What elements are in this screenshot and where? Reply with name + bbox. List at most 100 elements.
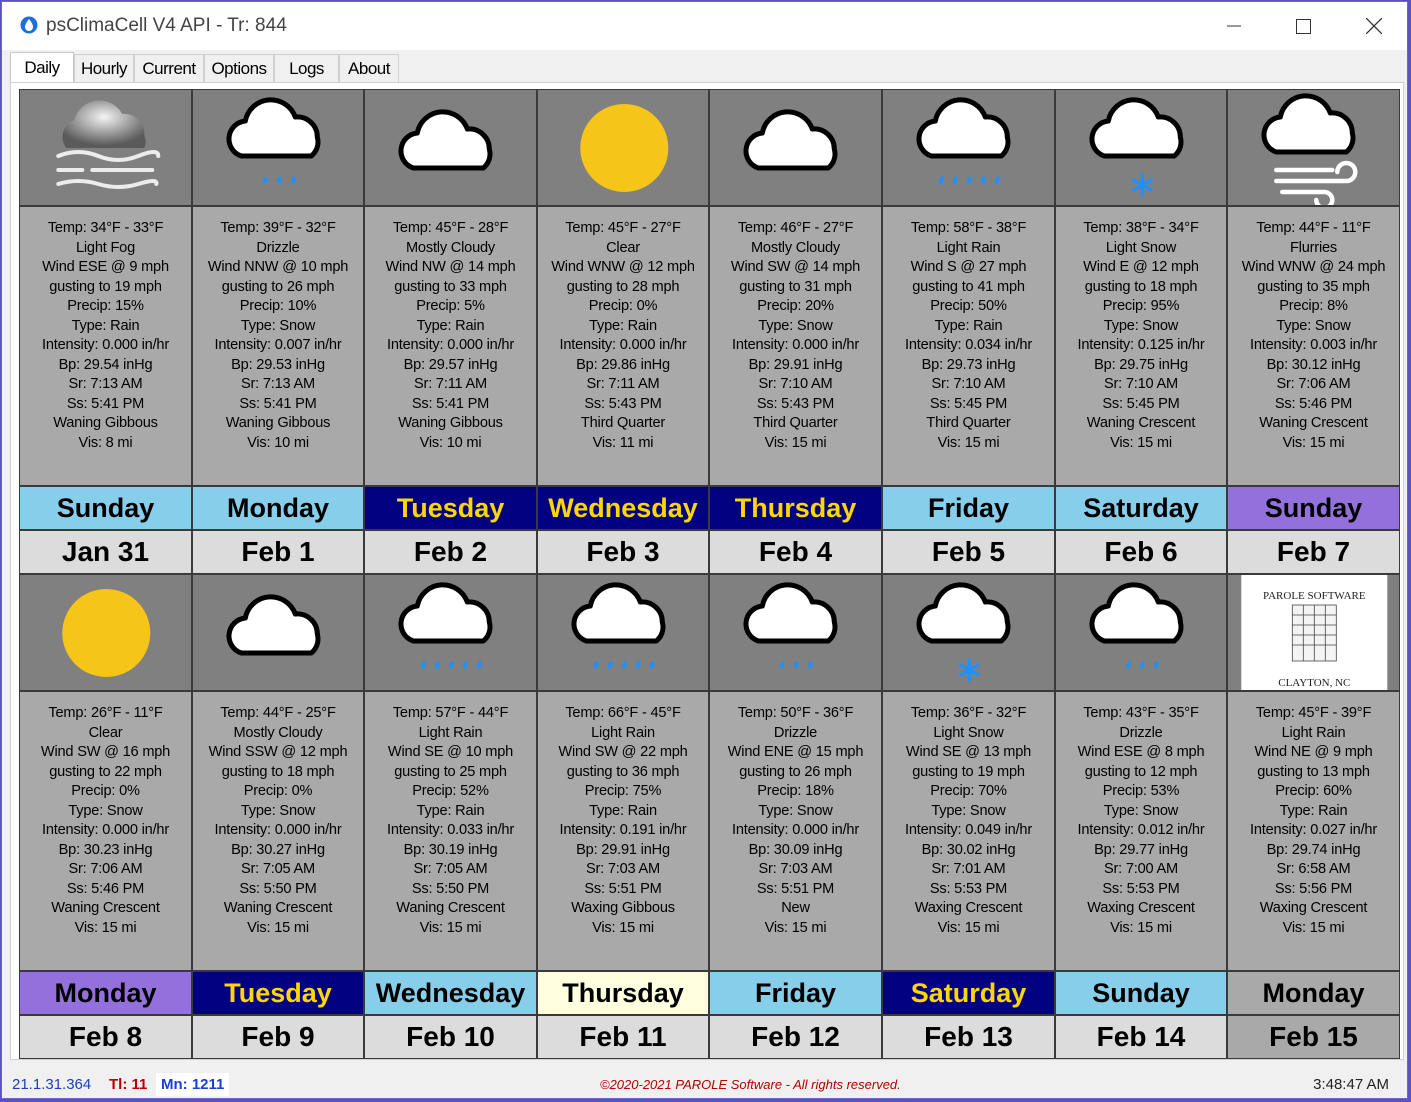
detail-line: Type: Rain	[416, 802, 485, 819]
weather-icon-panel	[882, 574, 1055, 691]
detail-line: Bp: 30.19 inHg	[403, 841, 498, 858]
date-label: Jan 31	[19, 530, 192, 574]
detail-line: Sr: 7:11 AM	[414, 376, 487, 392]
detail-line: Sr: 7:10 AM	[1103, 376, 1179, 392]
detail-line: Precip: 52%	[412, 783, 489, 799]
detail-line: Intensity: 0.191 in/hr	[559, 822, 687, 838]
detail-line: Precip: 20%	[757, 298, 834, 314]
tab-logs[interactable]: Logs	[274, 54, 339, 82]
detail-line: Ss: 5:53 PM	[1102, 880, 1180, 897]
detail-line: Bp: 29.74 inHg	[1266, 841, 1361, 858]
detail-line: Temp: 45°F - 27°F	[565, 220, 681, 236]
detail-line: gusting to 22 mph	[49, 763, 162, 780]
detail-line: Bp: 29.86 inHg	[576, 356, 670, 373]
detail-line: Vis: 15 mi	[937, 434, 1000, 451]
day-name: Monday	[192, 486, 364, 530]
detail-line: Third Quarter	[753, 415, 838, 431]
weather-icon-panel	[364, 89, 537, 206]
detail-line: Waning Crescent	[396, 900, 505, 916]
detail-line: Type: Snow	[931, 802, 1006, 819]
tab-about[interactable]: About	[339, 54, 399, 82]
detail-line: Vis: 15 mi	[74, 919, 137, 936]
day-name: Sunday	[1227, 486, 1400, 530]
detail-line: Bp: 29.57 inHg	[403, 356, 498, 373]
detail-line: Ss: 5:45 PM	[929, 395, 1008, 412]
detail-line: Precip: 0%	[243, 783, 313, 799]
detail-line: Precip: 8%	[1279, 298, 1348, 314]
rain-icon	[571, 582, 666, 669]
forecast-details: Temp: 36°F - 32°F Light Snow Wind SE @ 13 …	[882, 691, 1055, 971]
minimize-button[interactable]	[1199, 2, 1269, 50]
detail-line: Bp: 30.27 inHg	[231, 841, 325, 858]
detail-line: Bp: 29.73 inHg	[921, 356, 1016, 373]
detail-line: Sr: 7:13 AM	[240, 376, 316, 392]
weather-icon-panel: PAROLE SOFTWARE CLAYTON, NC	[1227, 574, 1400, 691]
svg-text:PAROLE SOFTWARE: PAROLE SOFTWARE	[1263, 590, 1366, 602]
date-label: Feb 1	[192, 530, 364, 574]
detail-line: Sr: 7:13 AM	[68, 376, 143, 392]
detail-line: gusting to 13 mph	[1257, 763, 1370, 780]
detail-line: Ss: 5:50 PM	[411, 880, 490, 897]
detail-line: Precip: 75%	[584, 783, 662, 799]
forecast-details: Temp: 58°F - 38°F Light Rain Wind S @ 27 m…	[882, 206, 1055, 486]
detail-line: gusting to 35 mph	[1257, 278, 1370, 295]
parole-logo: PAROLE SOFTWARE CLAYTON, NC	[1241, 575, 1388, 690]
date-label: Feb 2	[364, 530, 537, 574]
detail-line: Wind SE @ 13 mph	[905, 744, 1032, 760]
day-name: Thursday	[537, 971, 709, 1015]
tab-hourly[interactable]: Hourly	[74, 54, 134, 82]
maximize-button[interactable]	[1268, 2, 1338, 50]
detail-line: Waning Gibbous	[53, 415, 158, 431]
detail-line: Intensity: 0.027 in/hr	[1249, 822, 1378, 838]
detail-line: Waxing Crescent	[1087, 900, 1195, 916]
date-label: Feb 9	[192, 1015, 364, 1059]
detail-line: Waning Gibbous	[225, 415, 331, 431]
detail-line: Precip: 0%	[588, 298, 658, 314]
status-bar: 21.1.31.364 Tl: 11 Mn: 1211 ©2020-2021 P…	[2, 1068, 1407, 1098]
date-label: Feb 13	[882, 1015, 1055, 1059]
detail-line: Vis: 15 mi	[937, 919, 1000, 936]
wind-icon	[1261, 93, 1358, 205]
detail-line: Intensity: 0.000 in/hr	[214, 822, 342, 838]
snow-icon	[1089, 97, 1184, 197]
day-name: Wednesday	[364, 971, 537, 1015]
svg-text:CLAYTON, NC: CLAYTON, NC	[1278, 677, 1350, 689]
detail-line: Light Rain	[936, 239, 1001, 256]
detail-line: Intensity: 0.000 in/hr	[386, 337, 515, 353]
detail-line: Precip: 10%	[239, 298, 317, 314]
minimize-icon	[1227, 25, 1241, 27]
date-label: Feb 8	[19, 1015, 192, 1059]
detail-line: Vis: 15 mi	[592, 919, 654, 936]
detail-line: Vis: 15 mi	[419, 919, 482, 936]
detail-line: Intensity: 0.000 in/hr	[41, 337, 170, 353]
tab-options[interactable]: Options	[204, 54, 274, 82]
detail-line: Drizzle	[256, 239, 300, 256]
detail-line: Ss: 5:45 PM	[1102, 395, 1180, 412]
detail-line: Precip: 15%	[67, 298, 144, 314]
detail-line: Sr: 7:03 AM	[585, 861, 661, 877]
detail-line: gusting to 26 mph	[221, 278, 335, 295]
close-button[interactable]	[1339, 2, 1409, 50]
detail-line: Precip: 53%	[1102, 783, 1180, 799]
close-icon	[1366, 18, 1382, 34]
detail-line: Third Quarter	[926, 415, 1011, 431]
detail-line: gusting to 28 mph	[566, 278, 680, 295]
detail-line: Light Snow	[1105, 239, 1177, 256]
forecast-details: Temp: 45°F - 39°F Light Rain Wind NE @ 9 m…	[1227, 691, 1400, 971]
tab-current[interactable]: Current	[134, 54, 204, 82]
detail-line: Vis: 15 mi	[1110, 434, 1172, 451]
weather-icon-panel	[19, 89, 192, 206]
forecast-details: Temp: 43°F - 35°F Drizzle Wind ESE @ 8 mph…	[1055, 691, 1227, 971]
date-label: Feb 12	[709, 1015, 882, 1059]
weather-icon-panel	[709, 89, 882, 206]
detail-line: Ss: 5:43 PM	[756, 395, 835, 412]
tab-daily[interactable]: Daily	[10, 52, 74, 83]
date-label: Feb 5	[882, 530, 1055, 574]
detail-line: Waning Crescent	[1086, 415, 1196, 431]
detail-line: Vis: 15 mi	[764, 434, 827, 451]
detail-line: Wind NE @ 9 mph	[1254, 744, 1373, 760]
forecast-details: Temp: 44°F - 25°F Mostly Cloudy Wind SSW @…	[192, 691, 364, 971]
detail-line: Wind ESE @ 9 mph	[42, 259, 169, 275]
weather-icon-panel	[364, 574, 537, 691]
detail-line: Sr: 7:10 AM	[758, 376, 833, 392]
